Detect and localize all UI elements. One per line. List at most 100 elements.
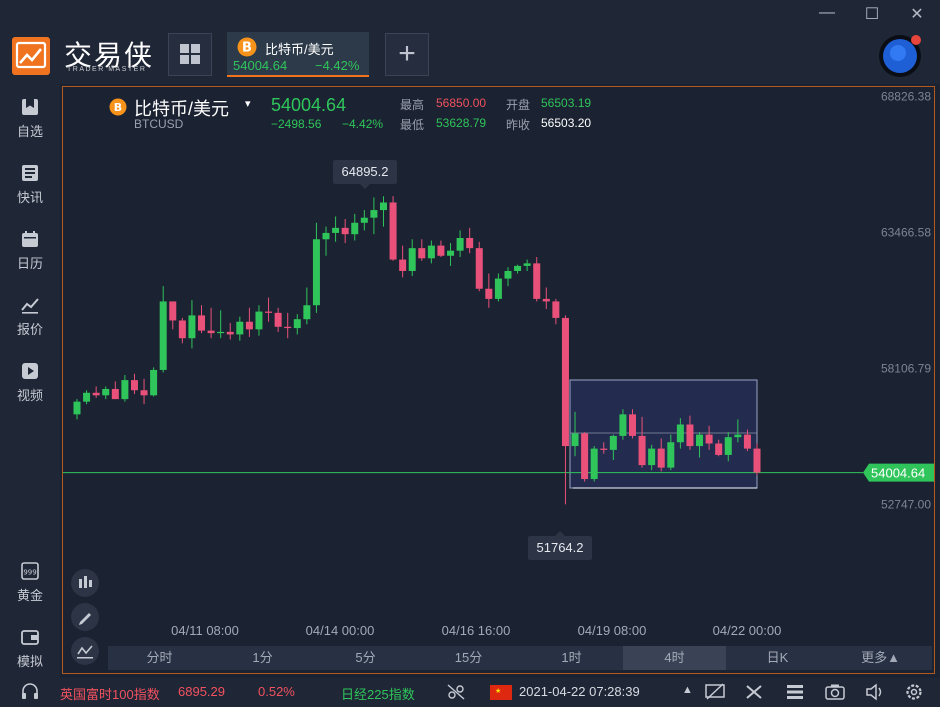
- symbol-change-pct: −4.42%: [342, 117, 384, 131]
- candle-body: [379, 202, 387, 211]
- sidebar-item-calendar[interactable]: 日历: [0, 230, 60, 272]
- svg-text:B: B: [114, 101, 122, 114]
- tab-timeframe-1m[interactable]: 1分: [211, 646, 314, 670]
- tab-timeframe-tick[interactable]: 分时: [108, 646, 211, 670]
- close-button[interactable]: ✕: [907, 4, 927, 24]
- candle-body: [399, 259, 407, 271]
- tab-timeframe-5m[interactable]: 5分: [314, 646, 417, 670]
- candle-body: [245, 321, 253, 330]
- tools-icon[interactable]: [744, 683, 764, 701]
- avatar[interactable]: [878, 34, 922, 78]
- tab-timeframe-1h[interactable]: 1时: [520, 646, 623, 670]
- candle-body: [619, 414, 627, 436]
- candle-body: [696, 434, 704, 447]
- candle-body: [734, 434, 742, 438]
- minimize-button[interactable]: —: [817, 4, 837, 22]
- tab-timeframe-15m[interactable]: 15分: [417, 646, 520, 670]
- candle-body: [514, 265, 522, 271]
- headset-icon[interactable]: [20, 683, 40, 701]
- tab-change: −4.42%: [315, 58, 360, 73]
- candle-body: [676, 424, 684, 443]
- layout-list-icon[interactable]: [785, 683, 805, 701]
- candle-body: [341, 227, 349, 235]
- app-logo-icon: [12, 37, 50, 75]
- screen-off-icon[interactable]: [704, 683, 726, 701]
- candle-body: [188, 315, 196, 339]
- candle-body: [485, 288, 493, 299]
- brand-tagline: TRADER MASTER: [67, 66, 147, 73]
- y-tick-label: 63466.58: [881, 226, 931, 240]
- candle-body: [274, 312, 282, 327]
- candle-body: [92, 392, 100, 396]
- tab-timeframe-more[interactable]: 更多▲: [829, 646, 932, 670]
- candle-body: [638, 435, 646, 466]
- sidebar-item-quotes[interactable]: 报价: [0, 296, 60, 338]
- china-flag-icon: ★: [490, 685, 512, 700]
- index2-name[interactable]: 日经225指数: [341, 684, 415, 703]
- layout-grid-button[interactable]: [168, 33, 212, 76]
- x-tick-label: 04/19 08:00: [578, 623, 647, 638]
- sidebar-item-video[interactable]: 视频: [0, 362, 60, 404]
- svg-text:B: B: [242, 41, 252, 56]
- sidebar-item-label: 视频: [16, 388, 43, 403]
- sidebar-item-label: 快讯: [16, 190, 43, 205]
- sidebar-item-label: 黄金: [16, 588, 43, 603]
- candle-body: [312, 239, 320, 306]
- indicator-button[interactable]: [71, 637, 99, 665]
- candle-body: [73, 401, 81, 415]
- camera-icon[interactable]: [824, 683, 846, 701]
- status-bar: 英国富时100指数 6895.29 0.52% 日经225指数 ★ 2021-0…: [0, 678, 940, 707]
- no-connection-icon[interactable]: [446, 683, 466, 701]
- quote-chart-icon: [21, 298, 39, 314]
- candle-body: [753, 448, 761, 473]
- candle-body: [466, 237, 474, 249]
- chart-panel[interactable]: 68826.38 63466.58 58106.79 52747.00 04/11 08…: [62, 86, 935, 674]
- candle-body: [609, 435, 617, 450]
- symbol-change: −2498.56: [271, 117, 322, 131]
- plus-icon: +: [398, 37, 416, 70]
- candle-body: [121, 380, 129, 400]
- index1-name[interactable]: 英国富时100指数: [60, 684, 160, 703]
- title-bar: 交易侠 TRADER MASTER B 比特币/美元 54004.64 −4.4…: [0, 0, 940, 84]
- candle-body: [504, 270, 512, 279]
- tab-timeframe-day[interactable]: 日K: [726, 646, 829, 670]
- index1-value: 6895.29: [178, 684, 225, 699]
- min-price-annotation-pointer: [555, 531, 565, 536]
- collapse-icon[interactable]: ▲: [682, 684, 693, 696]
- candle-body: [178, 320, 186, 339]
- range-box: [569, 379, 758, 489]
- sidebar-item-gold[interactable]: 999 黄金: [0, 562, 60, 604]
- x-tick-label: 04/14 00:00: [306, 623, 375, 638]
- sidebar-item-simulate[interactable]: 模拟: [0, 628, 60, 670]
- candlestick-chart[interactable]: 68826.38 63466.58 58106.79 52747.00 04/11 08…: [63, 87, 934, 673]
- tab-timeframe-4h[interactable]: 4时: [623, 646, 726, 670]
- symbol-dropdown-icon[interactable]: ▾: [245, 97, 251, 110]
- indicator-icon: [77, 645, 93, 659]
- sidebar: 自选 快讯 日历 报价 视频 999 黄金 模拟: [0, 84, 60, 678]
- candle-body: [332, 227, 340, 233]
- candle-body: [542, 298, 550, 302]
- prev-close-label: 昨收: [506, 118, 531, 132]
- video-icon: [22, 363, 38, 379]
- x-tick-label: 04/11 08:00: [171, 623, 239, 638]
- candle-body: [705, 434, 713, 444]
- min-price-annotation: 51764.2: [537, 540, 584, 555]
- sidebar-item-watchlist[interactable]: 自选: [0, 98, 60, 140]
- candle-body: [724, 437, 732, 455]
- volume-icon[interactable]: [864, 683, 886, 701]
- draw-tool-button[interactable]: [71, 603, 99, 631]
- chart-type-button[interactable]: [71, 569, 99, 597]
- bookmark-icon: [22, 99, 38, 115]
- avatar-globe-icon: [879, 35, 921, 77]
- candle-body: [236, 321, 244, 335]
- candle-body: [447, 250, 455, 256]
- maximize-button[interactable]: ☐: [862, 4, 882, 24]
- sidebar-item-news[interactable]: 快讯: [0, 164, 60, 206]
- add-tab-button[interactable]: +: [385, 33, 429, 76]
- candle-body: [667, 442, 675, 468]
- candle-body: [571, 433, 579, 447]
- tab-btcusd[interactable]: B 比特币/美元 54004.64 −4.42%: [227, 32, 369, 77]
- settings-gear-icon[interactable]: [904, 683, 924, 701]
- prev-close-value: 56503.20: [541, 116, 592, 130]
- max-price-annotation-pointer: [360, 184, 370, 189]
